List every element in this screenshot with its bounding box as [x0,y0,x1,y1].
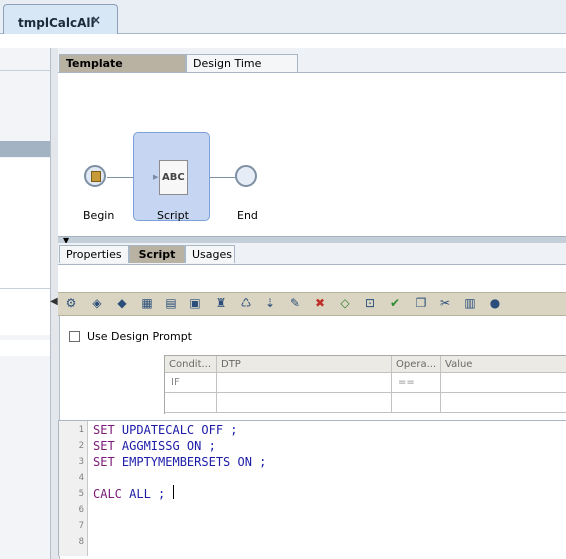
grid-cell[interactable] [392,393,441,413]
code-keyword: CALC [93,487,130,501]
tab-script[interactable]: Script [129,245,185,263]
collapse-left-icon[interactable]: ◀ [50,296,58,307]
paste-icon[interactable]: ▥ [463,296,477,310]
code-keyword: SET [93,423,122,437]
pane-list-area [0,158,50,335]
line-number: 8 [78,537,84,547]
comment-icon[interactable]: ● [488,296,502,310]
pane-divider [0,288,50,289]
find-icon[interactable]: ♜ [214,296,228,310]
code-line[interactable]: SET EMPTYMEMBERSETS ON ; [93,455,266,469]
copy-doc-icon[interactable]: ❐ [414,296,428,310]
horizontal-splitter[interactable] [58,236,566,243]
code-line[interactable]: CALC ALL ; [93,487,165,501]
grid-cell[interactable] [217,393,392,413]
line-number: 5 [78,489,84,499]
wrap-icon[interactable]: ⊡ [363,296,377,310]
script-document-icon: ABC [159,160,188,195]
dimension-icon[interactable]: ▣ [188,296,202,310]
line-number: 1 [78,425,84,435]
begin-label: Begin [83,209,115,222]
code-argument: AGGMISSG ON ; [121,439,216,453]
line-number: 4 [78,473,84,483]
script-label: Script [157,209,189,222]
line-number: 3 [78,457,84,467]
begin-cube-icon [91,171,101,182]
document-tab-title: tmplCalcAll [18,16,95,30]
script-editor[interactable]: 1 2 3 4 5 6 7 8 SET UPDATECALC OFF ; SET… [58,420,566,556]
tab-properties[interactable]: Properties [59,245,129,263]
pane-selected-row[interactable] [0,141,50,157]
validate-icon[interactable]: ⚙ [64,296,78,310]
code-line[interactable]: SET AGGMISSG ON ; [93,439,216,453]
delete-icon[interactable]: ✖ [313,296,327,310]
pane-lower-area [0,340,50,356]
grid-cell[interactable] [217,373,392,393]
properties-panel [58,264,566,293]
functions-icon[interactable]: ◆ [115,296,129,310]
end-label: End [237,209,258,222]
smartlist-icon[interactable]: ▤ [164,296,178,310]
pane-divider [0,70,50,71]
grid-cell[interactable]: == [392,373,441,393]
tab-template-designer[interactable]: Template Designer [59,54,186,88]
text-caret [173,485,174,499]
grid-cell[interactable] [165,393,217,413]
expand-icon[interactable]: ⇣ [263,296,277,310]
variables-icon[interactable]: ◈ [90,296,104,310]
end-node[interactable] [235,165,257,187]
line-number: 6 [78,505,84,515]
grid-header-operator[interactable]: Opera... [392,356,441,373]
line-number: 7 [78,521,84,531]
code-argument: UPDATECALC OFF ; [121,423,238,437]
code-keyword: SET [93,439,122,453]
document-tab[interactable]: tmplCalcAll × [3,4,118,34]
code-keyword: SET [93,455,122,469]
line-number: 2 [78,441,84,451]
copy-icon[interactable]: ◇ [338,296,352,310]
script-node[interactable]: ▶ ABC [133,132,210,221]
begin-node[interactable] [84,165,106,187]
incoming-arrow-icon: ▶ [153,173,159,181]
script-icon-text: ABC [162,172,185,183]
code-line[interactable]: SET UPDATECALC OFF ; [93,423,238,437]
grid-header-dtp[interactable]: DTP [217,356,392,373]
flow-connector [210,177,235,178]
grid-cell[interactable] [441,393,566,413]
line-number-gutter: 1 2 3 4 5 6 7 8 [59,421,88,556]
script-toolbar: ⚙ ◈ ◆ ▦ ▤ ▣ ♜ ♺ ⇣ ✎ ✖ ◇ ⊡ ✔ ❐ ✂ ▥ ● [58,292,566,316]
tab-usages[interactable]: Usages [185,245,235,263]
code-argument: EMPTYMEMBERSETS ON ; [121,455,267,469]
code-argument: ALL ; [129,487,166,501]
condition-grid: Condit... DTP Opera... Value IF == [164,355,566,414]
use-design-prompt-checkbox[interactable] [69,331,80,342]
close-icon[interactable]: × [91,13,101,27]
check-icon[interactable]: ✔ [388,296,402,310]
grid-header-value[interactable]: Value [441,356,566,373]
cut-icon[interactable]: ✂ [438,296,452,310]
tab-design-time-prompt[interactable]: Design Time Prompt [186,54,298,88]
grid-cell[interactable] [441,373,566,393]
replace-icon[interactable]: ♺ [239,296,253,310]
member-icon[interactable]: ▦ [140,296,154,310]
left-navigator-pane [0,48,51,559]
insert-icon[interactable]: ✎ [288,296,302,310]
use-design-prompt-label: Use Design Prompt [87,330,192,343]
grid-header-condition[interactable]: Condit... [165,356,217,373]
grid-cell[interactable]: IF [165,373,217,393]
flow-connector [107,177,134,178]
